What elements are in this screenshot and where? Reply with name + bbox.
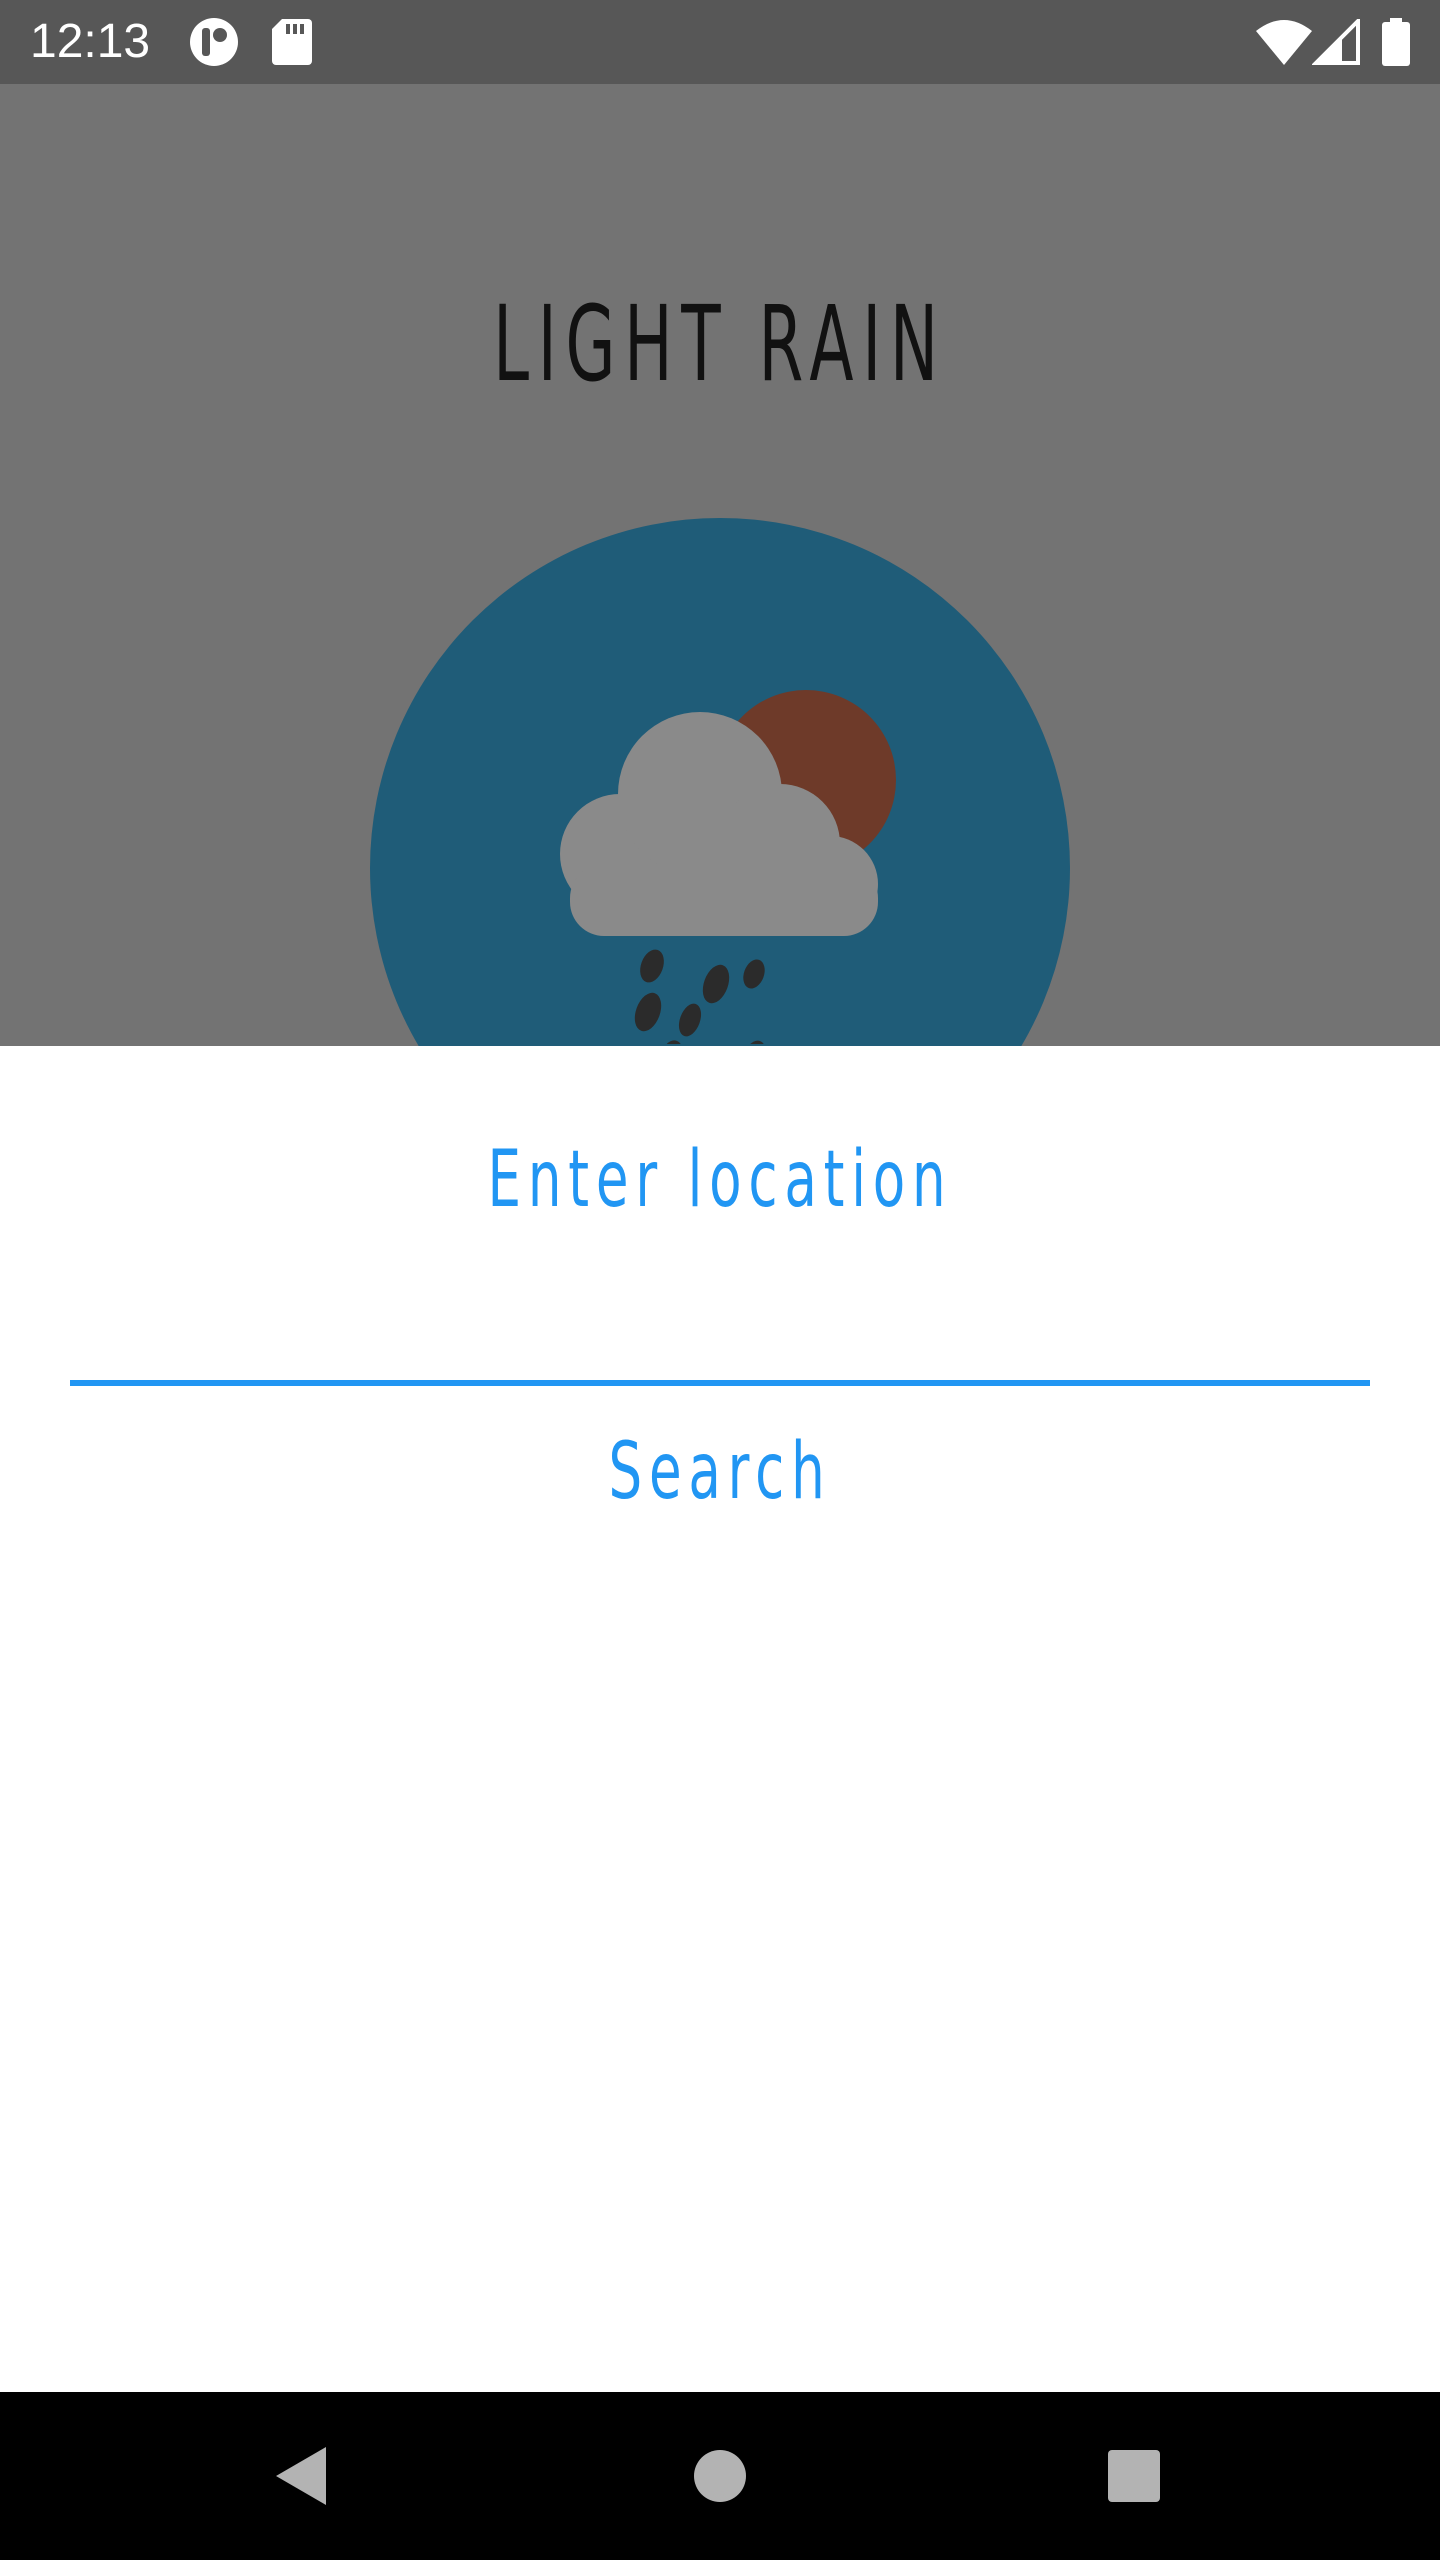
recents-button[interactable]	[1044, 2392, 1224, 2560]
back-button[interactable]	[210, 2392, 390, 2560]
sheet-title: Enter location	[487, 1135, 953, 1225]
location-bottom-sheet: Enter location Search	[0, 1046, 1440, 2392]
home-icon	[694, 2450, 746, 2502]
cloud-sun-rain-icon	[560, 690, 896, 1044]
search-button[interactable]: Search	[520, 1412, 920, 1532]
notification-app-icon	[188, 0, 240, 84]
home-button[interactable]	[630, 2392, 810, 2560]
location-input[interactable]	[70, 1266, 1370, 1386]
wifi-icon	[1256, 0, 1312, 84]
sd-card-icon	[272, 0, 312, 84]
weather-screen: LIGHT RAIN	[0, 84, 1440, 1046]
weather-condition-title: LIGHT RAIN	[493, 283, 947, 405]
back-icon	[276, 2447, 326, 2505]
recents-icon	[1108, 2450, 1160, 2502]
status-bar: 12:13	[0, 0, 1440, 84]
cell-signal-icon	[1312, 0, 1360, 84]
search-button-label: Search	[608, 1427, 832, 1517]
battery-icon	[1382, 0, 1410, 84]
navigation-bar	[0, 2392, 1440, 2560]
status-time: 12:13	[30, 15, 151, 68]
screen: 12:13 LIGHT RAIN Enter location Search	[0, 0, 1440, 2560]
